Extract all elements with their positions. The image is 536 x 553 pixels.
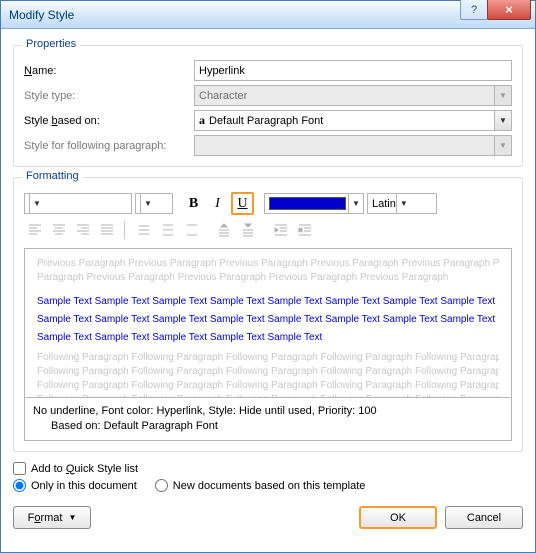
preview-sample-text: Sample Text Sample Text Sample Text Samp… [37,331,499,345]
bold-button[interactable]: B [183,193,204,214]
font-toolbar: ▼ ▼ B I U ▼ Latin▼ [24,192,512,215]
style-type-label: Style type: [24,90,194,102]
quick-style-row[interactable]: Add to Quick Style list [13,462,523,475]
indent-decrease-button [270,219,291,240]
preview-follow-para: Following Paragraph Following Paragraph … [37,379,499,393]
name-field[interactable]: Hyperlink [194,60,512,81]
line-spacing-2-button [180,219,201,240]
style-based-on-combo[interactable]: a Default Paragraph Font ▼ [194,110,512,131]
align-left-button [24,219,45,240]
properties-group: Properties Name: Hyperlink Style type: C… [13,45,523,167]
name-label: Name: [24,65,194,77]
format-button[interactable]: Format ▼ [13,506,91,529]
paragraph-toolbar [24,219,512,240]
style-type-combo: Character ▼ [194,85,512,106]
preview-prev-para: Paragraph Previous Paragraph Previous Pa… [37,271,499,285]
line-spacing-1-button [132,219,153,240]
cancel-button[interactable]: Cancel [445,506,523,529]
font-name-combo[interactable]: ▼ [24,193,132,214]
ok-button[interactable]: OK [359,506,437,529]
chevron-down-icon[interactable]: ▼ [396,194,411,213]
preview-follow-para: Following Paragraph Following Paragraph … [37,365,499,379]
only-this-doc-label: Only in this document [31,480,137,492]
formatting-group: Formatting ▼ ▼ B I U ▼ Latin▼ [13,177,523,452]
style-description: No underline, Font color: Hyperlink, Sty… [24,398,512,441]
chevron-down-icon[interactable]: ▼ [494,111,511,130]
preview-follow-para: Following Paragraph Following Paragraph … [37,351,499,365]
modify-style-dialog: Modify Style ? × Properties Name: Hyperl… [0,0,536,553]
align-justify-button [96,219,117,240]
add-quick-style-label: Add to Quick Style list [31,463,138,475]
chevron-down-icon[interactable]: ▼ [29,194,44,213]
properties-label: Properties [22,38,80,50]
new-docs-option[interactable]: New documents based on this template [155,479,366,492]
color-swatch [269,197,346,210]
titlebar: Modify Style ? × [1,1,535,29]
space-before-increase-button [213,219,234,240]
preview-sample-text: Sample Text Sample Text Sample Text Samp… [37,295,499,309]
style-based-on-label: Style based on: [24,115,194,127]
chevron-down-icon[interactable]: ▼ [140,194,155,213]
new-docs-radio[interactable] [155,479,168,492]
chevron-down-icon: ▼ [68,513,76,522]
font-size-combo[interactable]: ▼ [135,193,173,214]
indent-increase-button [294,219,315,240]
help-button[interactable]: ? [460,0,488,20]
line-spacing-15-button [156,219,177,240]
preview-pane: Previous Paragraph Previous Paragraph Pr… [24,248,512,398]
close-button[interactable]: × [487,0,531,20]
following-paragraph-label: Style for following paragraph: [24,140,194,152]
font-glyph-icon: a [199,113,205,128]
align-center-button [48,219,69,240]
font-color-combo[interactable]: ▼ [264,193,364,214]
formatting-label: Formatting [22,170,83,182]
chevron-down-icon: ▼ [494,86,511,105]
space-before-decrease-button [237,219,258,240]
chevron-down-icon: ▼ [494,136,511,155]
preview-sample-text: Sample Text Sample Text Sample Text Samp… [37,313,499,327]
underline-button[interactable]: U [231,192,254,215]
chevron-down-icon[interactable]: ▼ [348,194,363,213]
align-right-button [72,219,93,240]
add-quick-style-checkbox[interactable] [13,462,26,475]
new-docs-label: New documents based on this template [173,480,366,492]
only-this-doc-radio[interactable] [13,479,26,492]
preview-prev-para: Previous Paragraph Previous Paragraph Pr… [37,257,499,271]
following-paragraph-combo: ▼ [194,135,512,156]
window-title: Modify Style [9,8,74,22]
script-combo[interactable]: Latin▼ [367,193,437,214]
only-this-doc-option[interactable]: Only in this document [13,479,137,492]
italic-button[interactable]: I [207,193,228,214]
